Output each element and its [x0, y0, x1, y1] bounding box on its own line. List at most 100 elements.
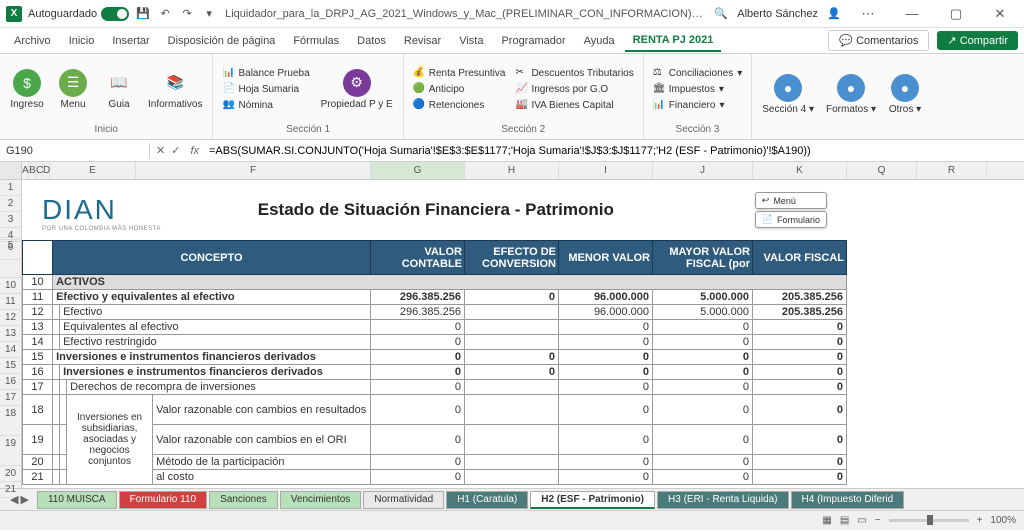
- sheet-tab[interactable]: H4 (Impuesto Diferid: [791, 491, 905, 509]
- row-[interactable]: [0, 260, 21, 278]
- menu-data[interactable]: Datos: [349, 31, 394, 51]
- col-E[interactable]: E: [50, 162, 136, 179]
- ribbon-hoja[interactable]: 📄Hoja Sumaria: [219, 82, 312, 96]
- save-icon[interactable]: 💾: [135, 6, 151, 22]
- row-17[interactable]: 17: [0, 390, 21, 406]
- row-1[interactable]: 1: [0, 180, 21, 196]
- sheet-tab[interactable]: Normatividad: [363, 491, 444, 509]
- formula-input[interactable]: [203, 143, 1024, 159]
- view-page-icon[interactable]: ▤: [840, 515, 849, 526]
- sheet-tab[interactable]: H3 (ERI - Renta Liquida): [657, 491, 789, 509]
- menu-renta[interactable]: RENTA PJ 2021: [625, 30, 722, 52]
- col-H[interactable]: H: [465, 162, 559, 179]
- row-18[interactable]: 18: [0, 406, 21, 436]
- row-10[interactable]: 10: [0, 278, 21, 294]
- menu-layout[interactable]: Disposición de página: [160, 31, 284, 51]
- table-row[interactable]: 17Derechos de recompra de inversiones000…: [23, 380, 847, 395]
- menu-formulas[interactable]: Fórmulas: [285, 31, 347, 51]
- ribbon-formatos[interactable]: ●Formatos ▾: [822, 72, 880, 117]
- row-2[interactable]: 2: [0, 196, 21, 212]
- col-C[interactable]: C: [36, 162, 43, 179]
- col-I[interactable]: I: [559, 162, 653, 179]
- row-19[interactable]: 19: [0, 436, 21, 466]
- ribbon-guia[interactable]: 📖Guia: [98, 67, 140, 112]
- view-break-icon[interactable]: ▭: [857, 515, 866, 526]
- ribbon-menu[interactable]: ☰Menu: [52, 67, 94, 112]
- ribbon-iva[interactable]: 🏭IVA Bienes Capital: [512, 98, 636, 112]
- view-normal-icon[interactable]: ▦: [822, 515, 831, 526]
- col-A[interactable]: A: [22, 162, 29, 179]
- sheet-tab[interactable]: Sanciones: [209, 491, 278, 509]
- ribbon-nomina[interactable]: 👥Nómina: [219, 98, 312, 112]
- sheet-tab[interactable]: H1 (Caratula): [446, 491, 528, 509]
- table-row[interactable]: 10ACTIVOS: [23, 275, 847, 290]
- col-Q[interactable]: Q: [847, 162, 917, 179]
- tab-next-icon[interactable]: ▶: [20, 493, 28, 506]
- minimize-button[interactable]: —: [894, 0, 930, 28]
- row-4[interactable]: 4: [0, 228, 21, 238]
- col-R[interactable]: R: [917, 162, 987, 179]
- menu-file[interactable]: Archivo: [6, 31, 59, 51]
- zoom-out-icon[interactable]: −: [875, 515, 881, 526]
- share-button[interactable]: ↗ Compartir: [937, 31, 1018, 50]
- name-box[interactable]: G190: [0, 143, 150, 159]
- maximize-button[interactable]: ▢: [938, 0, 974, 28]
- col-G[interactable]: G: [371, 162, 465, 179]
- close-button[interactable]: ✕: [982, 0, 1018, 28]
- redo-icon[interactable]: ↷: [179, 6, 195, 22]
- menu-review[interactable]: Revisar: [396, 31, 449, 51]
- ribbon-impuestos[interactable]: 🏛Impuestos ▾: [650, 82, 746, 96]
- ribbon-options-icon[interactable]: ⋯: [850, 0, 886, 28]
- row-16[interactable]: 16: [0, 374, 21, 390]
- menu-help[interactable]: Ayuda: [576, 31, 623, 51]
- tab-prev-icon[interactable]: ◀: [10, 493, 18, 506]
- formulario-button[interactable]: 📄 Formulario: [755, 211, 827, 228]
- row-14[interactable]: 14: [0, 342, 21, 358]
- menu-home[interactable]: Inicio: [61, 31, 103, 51]
- autosave-toggle[interactable]: [101, 7, 129, 21]
- col-F[interactable]: F: [136, 162, 371, 179]
- menu-insert[interactable]: Insertar: [104, 31, 157, 51]
- sheet-tab[interactable]: Vencimientos: [280, 491, 361, 509]
- search-icon[interactable]: 🔍: [713, 6, 729, 22]
- ribbon-otros[interactable]: ●Otros ▾: [884, 72, 926, 117]
- ribbon-seccion4[interactable]: ●Sección 4 ▾: [758, 72, 818, 117]
- enter-icon[interactable]: ✓: [171, 144, 180, 157]
- ribbon-balance[interactable]: 📊Balance Prueba: [219, 66, 312, 80]
- fx-icon[interactable]: fx: [186, 145, 203, 157]
- row-3[interactable]: 3: [0, 212, 21, 228]
- menu-dev[interactable]: Programador: [493, 31, 573, 51]
- qat-dropdown-icon[interactable]: ▾: [201, 6, 217, 22]
- col-J[interactable]: J: [653, 162, 753, 179]
- table-row[interactable]: 18Inversiones en subsidiarias, asociadas…: [23, 395, 847, 425]
- undo-icon[interactable]: ↶: [157, 6, 173, 22]
- row-15[interactable]: 15: [0, 358, 21, 374]
- row-20[interactable]: 20: [0, 466, 21, 482]
- menu-button[interactable]: ↩ Menú: [755, 192, 827, 209]
- ribbon-retenciones[interactable]: 🔵Retenciones: [410, 98, 509, 112]
- ribbon-descuentos[interactable]: ✂Descuentos Tributarios: [512, 66, 636, 80]
- row-12[interactable]: 12: [0, 310, 21, 326]
- zoom-in-icon[interactable]: +: [977, 515, 983, 526]
- zoom-level[interactable]: 100%: [990, 515, 1016, 526]
- table-row[interactable]: 14Efectivo restringido0000: [23, 335, 847, 350]
- cancel-icon[interactable]: ✕: [156, 144, 165, 157]
- ribbon-ingreso[interactable]: $Ingreso: [6, 67, 48, 112]
- select-all[interactable]: [0, 162, 22, 179]
- col-B[interactable]: B: [29, 162, 36, 179]
- col-K[interactable]: K: [753, 162, 847, 179]
- user-avatar-icon[interactable]: 👤: [826, 6, 842, 22]
- sheet-tab[interactable]: H2 (ESF - Patrimonio): [530, 491, 655, 509]
- ribbon-conciliaciones[interactable]: ⚖Conciliaciones ▾: [650, 66, 746, 80]
- row-13[interactable]: 13: [0, 326, 21, 342]
- ribbon-anticipo[interactable]: 🟢Anticipo: [410, 82, 509, 96]
- ribbon-propiedad[interactable]: ⚙Propiedad P y E: [317, 67, 397, 112]
- col-D[interactable]: D: [43, 162, 50, 179]
- ribbon-financiero[interactable]: 📊Financiero ▾: [650, 98, 746, 112]
- sheet-tab[interactable]: 110 MUISCA: [37, 491, 117, 509]
- comments-button[interactable]: 💬 Comentarios: [828, 30, 929, 51]
- menu-view[interactable]: Vista: [451, 31, 491, 51]
- ribbon-renta[interactable]: 💰Renta Presuntiva: [410, 66, 509, 80]
- table-row[interactable]: 12Efectivo296.385.25696.000.0005.000.000…: [23, 305, 847, 320]
- sheet-tab[interactable]: Formulario 110: [119, 491, 208, 509]
